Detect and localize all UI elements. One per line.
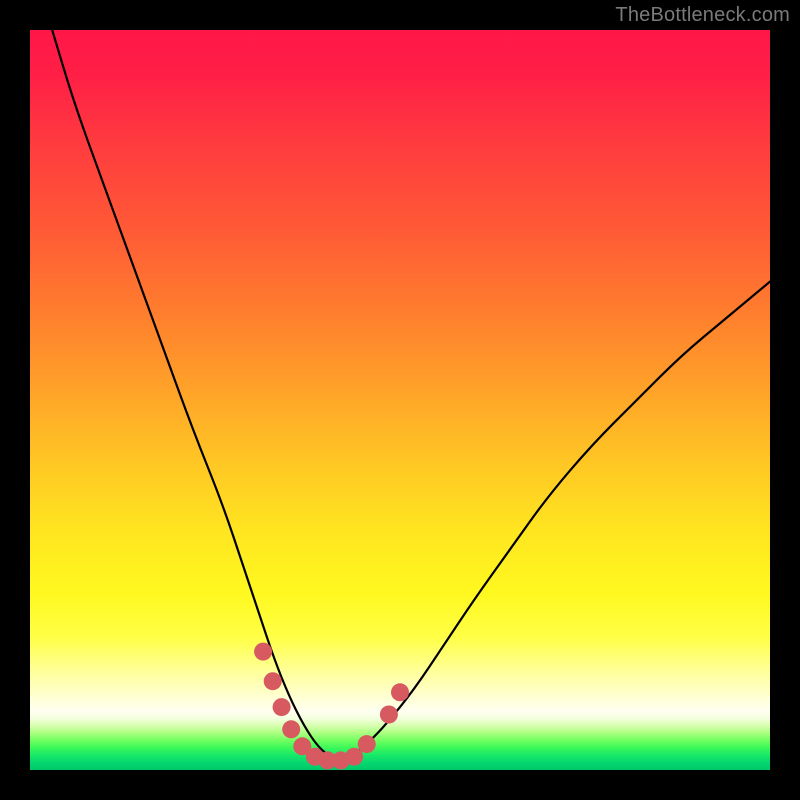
highlight-marker [264,672,282,690]
highlight-marker-group [254,643,409,770]
bottleneck-curve-line [52,30,770,759]
chart-frame: TheBottleneck.com [0,0,800,800]
highlight-marker [282,720,300,738]
highlight-marker [358,735,376,753]
watermark-text: TheBottleneck.com [615,4,790,27]
highlight-marker [254,643,272,661]
highlight-marker [391,683,409,701]
bottleneck-chart [30,30,770,770]
plot-area [30,30,770,770]
highlight-marker [273,698,291,716]
highlight-marker [380,706,398,724]
